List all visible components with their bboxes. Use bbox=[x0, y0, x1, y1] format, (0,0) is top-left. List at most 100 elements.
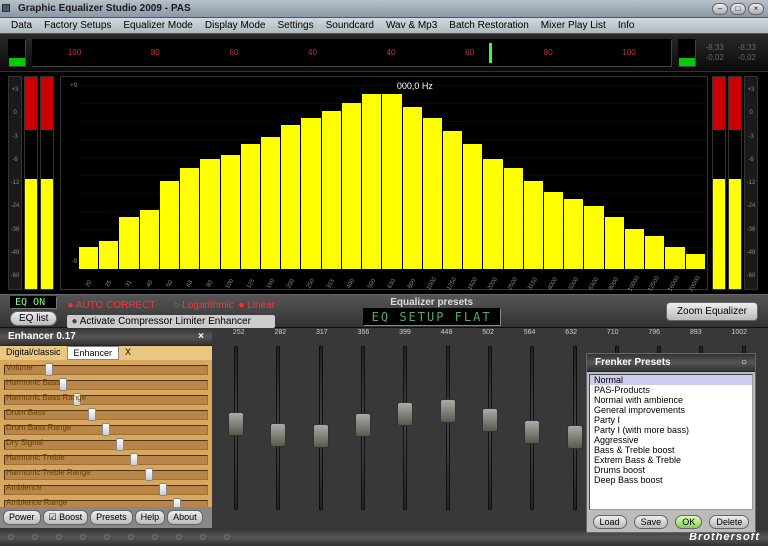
ok-button[interactable]: OK bbox=[675, 515, 702, 529]
power-button[interactable]: Power bbox=[3, 510, 41, 525]
eq-bar[interactable] bbox=[281, 125, 300, 269]
boost-button[interactable]: ☑ Boost bbox=[43, 510, 89, 525]
enhancer-slider-drum-bass[interactable]: Drum Bass bbox=[4, 408, 208, 420]
menu-batch-restoration[interactable]: Batch Restoration bbox=[444, 20, 534, 31]
enhancer-slider-harmonic-bass-range[interactable]: Harmonic Bass Range bbox=[4, 393, 208, 405]
band-slider[interactable] bbox=[312, 346, 330, 510]
auto-correct-radio[interactable]: AUTO CORRECT bbox=[67, 300, 155, 311]
eq-bar[interactable] bbox=[524, 181, 543, 269]
eq-bar[interactable] bbox=[200, 159, 219, 269]
preset-item[interactable]: Deep Bass boost bbox=[590, 475, 752, 485]
tab-enhancer[interactable]: Enhancer bbox=[67, 346, 120, 360]
close-icon[interactable]: × bbox=[198, 331, 204, 342]
activate-enhancer-checkbox[interactable]: Activate Compressor Limiter Enhancer bbox=[67, 315, 275, 328]
save-button[interactable]: Save bbox=[634, 515, 669, 529]
band-slider[interactable] bbox=[396, 346, 414, 510]
eq-bar[interactable] bbox=[180, 168, 199, 269]
menu-display-mode[interactable]: Display Mode bbox=[200, 20, 271, 31]
eq-list-button[interactable]: EQ list bbox=[10, 311, 57, 326]
presets-button[interactable]: Presets bbox=[90, 510, 133, 525]
eq-bar[interactable] bbox=[99, 241, 118, 269]
enhancer-slider-ambience-range[interactable]: Ambience Range bbox=[4, 498, 208, 507]
close-icon[interactable]: ○ bbox=[741, 357, 747, 368]
preset-item[interactable]: Party I (with more bass) bbox=[590, 425, 752, 435]
band-slider[interactable] bbox=[439, 346, 457, 510]
eq-bar[interactable] bbox=[645, 236, 664, 269]
eq-bar[interactable] bbox=[584, 206, 603, 269]
eq-bar[interactable] bbox=[342, 103, 361, 269]
eq-bar[interactable] bbox=[463, 144, 482, 269]
eq-bar[interactable] bbox=[119, 217, 138, 269]
enhancer-slider-harmonic-treble[interactable]: Harmonic Treble bbox=[4, 453, 208, 465]
preset-item[interactable]: Drums boost bbox=[590, 465, 752, 475]
linear-radio[interactable]: Linear bbox=[238, 300, 275, 311]
preset-item[interactable]: Party I bbox=[590, 415, 752, 425]
eq-bar[interactable] bbox=[665, 247, 684, 269]
preset-item[interactable]: Aggressive bbox=[590, 435, 752, 445]
band-slider[interactable] bbox=[269, 346, 287, 510]
preset-item[interactable]: Normal bbox=[590, 375, 752, 385]
eq-bar[interactable] bbox=[686, 254, 705, 269]
help-button[interactable]: Help bbox=[135, 510, 166, 525]
enhancer-slider-harmonic-bass[interactable]: Harmonic Bass bbox=[4, 378, 208, 390]
menu-soundcard[interactable]: Soundcard bbox=[321, 20, 379, 31]
eq-bar[interactable] bbox=[140, 210, 159, 269]
delete-button[interactable]: Delete bbox=[709, 515, 749, 529]
presets-list[interactable]: NormalPAS-ProductsNormal with ambienceGe… bbox=[589, 374, 753, 510]
eq-bar[interactable] bbox=[504, 168, 523, 269]
enhancer-slider-ambience[interactable]: Ambience bbox=[4, 483, 208, 495]
menu-settings[interactable]: Settings bbox=[272, 20, 318, 31]
preset-item[interactable]: PAS-Products bbox=[590, 385, 752, 395]
eq-bar[interactable] bbox=[221, 155, 240, 269]
eq-bar[interactable] bbox=[301, 118, 320, 269]
about-button[interactable]: About bbox=[167, 510, 203, 525]
eq-bar[interactable] bbox=[544, 192, 563, 269]
tab-digitalclassic[interactable]: Digital/classic bbox=[0, 346, 67, 360]
band-slider[interactable] bbox=[523, 346, 541, 510]
enhancer-slider-harmonic-treble-range[interactable]: Harmonic Treble Range bbox=[4, 468, 208, 480]
band-slider[interactable] bbox=[566, 346, 584, 510]
menu-wav-mp-[interactable]: Wav & Mp3 bbox=[381, 20, 442, 31]
menu-info[interactable]: Info bbox=[613, 20, 640, 31]
preset-item[interactable]: General improvements bbox=[590, 405, 752, 415]
eq-bar[interactable] bbox=[564, 199, 583, 269]
presets-header[interactable]: Frenker Presets ○ bbox=[587, 354, 755, 372]
preset-item[interactable]: Bass & Treble boost bbox=[590, 445, 752, 455]
menu-data[interactable]: Data bbox=[6, 20, 37, 31]
preset-item[interactable]: Normal with ambience bbox=[590, 395, 752, 405]
eq-bar[interactable] bbox=[322, 111, 341, 269]
enhancer-slider-volume[interactable]: Volume bbox=[4, 363, 208, 375]
enhancer-slider-dry-signal[interactable]: Dry Signal bbox=[4, 438, 208, 450]
eq-bar[interactable] bbox=[241, 144, 260, 269]
freq-label: 4000 bbox=[546, 274, 561, 294]
eq-bar[interactable] bbox=[79, 247, 98, 269]
menu-mixer-play-list[interactable]: Mixer Play List bbox=[536, 20, 611, 31]
tab-close[interactable]: X bbox=[119, 346, 137, 360]
maximize-button[interactable]: □ bbox=[730, 3, 746, 15]
eq-bar[interactable] bbox=[160, 181, 179, 269]
menu-factory-setups[interactable]: Factory Setups bbox=[39, 20, 116, 31]
close-button[interactable]: × bbox=[748, 3, 764, 15]
band-slider[interactable] bbox=[354, 346, 372, 510]
minimize-button[interactable]: – bbox=[712, 3, 728, 15]
eq-bar[interactable] bbox=[483, 159, 502, 269]
load-button[interactable]: Load bbox=[593, 515, 627, 529]
menu-equalizer-mode[interactable]: Equalizer Mode bbox=[118, 20, 197, 31]
zoom-equalizer-button[interactable]: Zoom Equalizer bbox=[666, 302, 758, 321]
eq-graph[interactable]: +9-9 000,0 Hz 20253140506380100125160200… bbox=[60, 76, 708, 290]
eq-bar[interactable] bbox=[403, 107, 422, 269]
freq-label: 5000 bbox=[566, 274, 581, 294]
eq-bar[interactable] bbox=[605, 217, 624, 269]
eq-bar[interactable] bbox=[443, 131, 462, 269]
logarithmic-radio[interactable]: Logarithmic bbox=[173, 300, 234, 311]
band-slider[interactable] bbox=[227, 346, 245, 510]
enhancer-slider-drum-bass-range[interactable]: Drum Bass Range bbox=[4, 423, 208, 435]
eq-bar[interactable] bbox=[261, 137, 280, 269]
eq-bar[interactable] bbox=[382, 94, 401, 269]
eq-bar[interactable] bbox=[362, 94, 381, 269]
eq-bar[interactable] bbox=[423, 118, 442, 269]
eq-bar[interactable] bbox=[625, 229, 644, 269]
preset-item[interactable]: Extrem Bass & Treble bbox=[590, 455, 752, 465]
band-slider[interactable] bbox=[481, 346, 499, 510]
preset-lcd-value[interactable]: EQ SETUP FLAT bbox=[363, 308, 501, 326]
